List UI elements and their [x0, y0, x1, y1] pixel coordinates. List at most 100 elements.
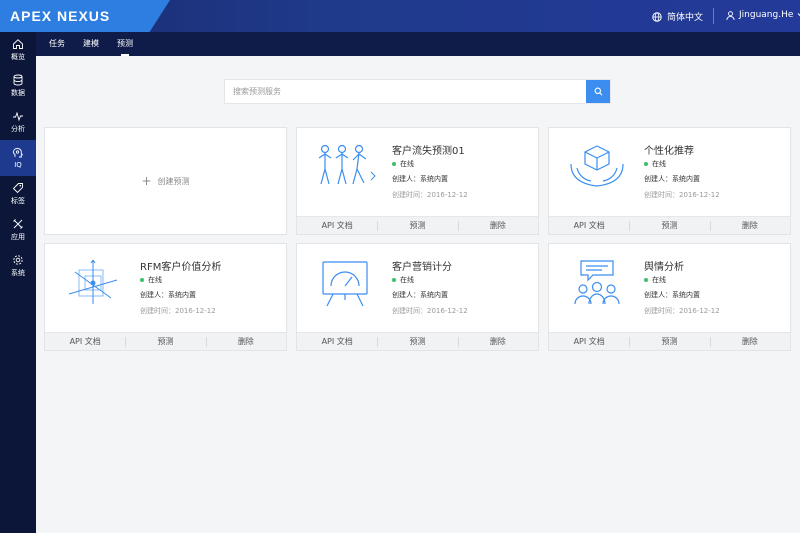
prediction-card: 客户流失预测01 在线 创建人：系统内置 创建时间：2016-12-12 API…	[296, 127, 539, 235]
search-button[interactable]	[586, 80, 610, 103]
predict-button[interactable]: 预测	[377, 217, 457, 234]
sidebar-item-label: IQ	[14, 161, 22, 169]
predict-button[interactable]: 预测	[629, 333, 709, 350]
create-prediction-card[interactable]: + 创建预测	[44, 127, 287, 235]
card-title: 客户营销计分	[392, 262, 452, 273]
predict-button[interactable]: 预测	[629, 217, 709, 234]
user-icon	[726, 10, 735, 20]
api-doc-button[interactable]: API 文档	[297, 217, 377, 234]
online-dot	[644, 162, 648, 166]
sidebar-item-label: 系统	[11, 269, 25, 277]
status-text: 在线	[652, 276, 666, 284]
status-text: 在线	[400, 160, 414, 168]
online-dot	[140, 278, 144, 282]
app-logo[interactable]: APEX NEXUS	[10, 8, 110, 24]
online-dot	[392, 162, 396, 166]
language-switcher[interactable]: 简体中文	[652, 10, 703, 23]
sidebar-item-tags[interactable]: 标签	[0, 176, 36, 212]
sidebar-item-label: 概览	[11, 53, 25, 61]
card-footer: API 文档 预测 删除	[549, 332, 790, 350]
brain-icon	[12, 147, 24, 158]
api-doc-button[interactable]: API 文档	[297, 333, 377, 350]
delete-button[interactable]: 删除	[457, 217, 538, 234]
card-creator: 创建人：系统内置	[140, 291, 196, 299]
pulse-icon	[13, 111, 23, 122]
sidebar-item-analysis[interactable]: 分析	[0, 104, 36, 140]
3d-axis-icon	[68, 259, 118, 304]
box-in-hands-icon	[570, 145, 624, 187]
prediction-card: RFM客户价值分析 在线 创建人：系统内置 创建时间：2016-12-12 AP…	[44, 243, 287, 351]
prediction-card: 个性化推荐 在线 创建人：系统内置 创建时间：2016-12-12 API 文档…	[548, 127, 791, 235]
card-created-time: 创建时间：2016-12-12	[392, 307, 468, 315]
language-label: 简体中文	[667, 13, 704, 23]
status-badge: 在线	[392, 275, 414, 285]
sidebar-item-label: 标签	[11, 197, 25, 205]
sidebar-item-data[interactable]: 数据	[0, 68, 36, 104]
card-footer: API 文档 预测 删除	[45, 332, 286, 350]
card-created-time: 创建时间：2016-12-12	[644, 191, 720, 199]
sidebar-item-label: 应用	[11, 233, 25, 241]
delete-button[interactable]: 删除	[709, 217, 790, 234]
card-footer: API 文档 预测 删除	[549, 216, 790, 234]
tag-icon	[12, 183, 23, 194]
status-badge: 在线	[644, 159, 666, 169]
tools-icon	[13, 219, 23, 229]
card-title: RFM客户价值分析	[140, 262, 222, 273]
online-dot	[392, 278, 396, 282]
api-doc-button[interactable]: API 文档	[45, 333, 125, 350]
card-created-time: 创建时间：2016-12-12	[644, 307, 720, 315]
card-created-time: 创建时间：2016-12-12	[392, 191, 468, 199]
tab-prediction[interactable]: 预测	[117, 32, 133, 56]
api-doc-button[interactable]: API 文档	[549, 217, 629, 234]
search-icon	[594, 87, 602, 96]
tab-tasks[interactable]: 任务	[49, 32, 65, 56]
prediction-card: 舆情分析 在线 创建人：系统内置 创建时间：2016-12-12 API 文档 …	[548, 243, 791, 351]
predict-button[interactable]: 预测	[125, 333, 205, 350]
sub-navigation: 任务 建模 预测	[36, 32, 800, 56]
sidebar-item-system[interactable]: 系统	[0, 248, 36, 284]
topbar-divider	[713, 8, 714, 24]
sidebar-item-label: 分析	[11, 125, 25, 133]
card-title: 个性化推荐	[644, 146, 694, 157]
database-icon	[13, 74, 23, 86]
card-created-time: 创建时间：2016-12-12	[140, 307, 216, 315]
card-title: 舆情分析	[644, 262, 684, 273]
user-menu[interactable]: Jinguang.He	[726, 10, 800, 20]
status-text: 在线	[148, 276, 162, 284]
sidebar-item-label: 数据	[11, 89, 25, 97]
delete-button[interactable]: 删除	[457, 333, 538, 350]
predict-button[interactable]: 预测	[377, 333, 457, 350]
search-input[interactable]	[225, 80, 586, 103]
search-bar	[224, 79, 611, 104]
top-bar: APEX NEXUS 简体中文 Jinguang.He	[0, 0, 800, 32]
sidebar-item-overview[interactable]: 概览	[0, 32, 36, 68]
card-title: 客户流失预测01	[392, 146, 465, 157]
delete-button[interactable]: 删除	[205, 333, 286, 350]
user-name: Jinguang.He	[739, 10, 794, 20]
home-icon	[13, 39, 23, 49]
status-badge: 在线	[140, 275, 162, 285]
card-footer: API 文档 预测 删除	[297, 216, 538, 234]
delete-button[interactable]: 删除	[709, 333, 790, 350]
sidebar-item-apps[interactable]: 应用	[0, 212, 36, 248]
sidebar: 概览 数据 分析 IQ 标签 应用 系统	[0, 32, 36, 533]
card-creator: 创建人：系统内置	[392, 175, 448, 183]
card-footer: API 文档 预测 删除	[297, 332, 538, 350]
create-prediction-label: 创建预测	[157, 176, 190, 186]
group-chat-icon	[574, 260, 620, 305]
globe-icon	[652, 11, 662, 22]
card-creator: 创建人：系统内置	[644, 175, 700, 183]
sidebar-item-iq[interactable]: IQ	[0, 140, 36, 176]
card-creator: 创建人：系统内置	[644, 291, 700, 299]
status-badge: 在线	[644, 275, 666, 285]
status-badge: 在线	[392, 159, 414, 169]
online-dot	[644, 278, 648, 282]
gauge-board-icon	[322, 261, 368, 307]
prediction-card: 客户营销计分 在线 创建人：系统内置 创建时间：2016-12-12 API 文…	[296, 243, 539, 351]
status-text: 在线	[400, 276, 414, 284]
card-creator: 创建人：系统内置	[392, 291, 448, 299]
plus-icon: +	[141, 174, 152, 188]
tab-modeling[interactable]: 建模	[83, 32, 99, 56]
people-walking-icon	[318, 144, 376, 185]
api-doc-button[interactable]: API 文档	[549, 333, 629, 350]
